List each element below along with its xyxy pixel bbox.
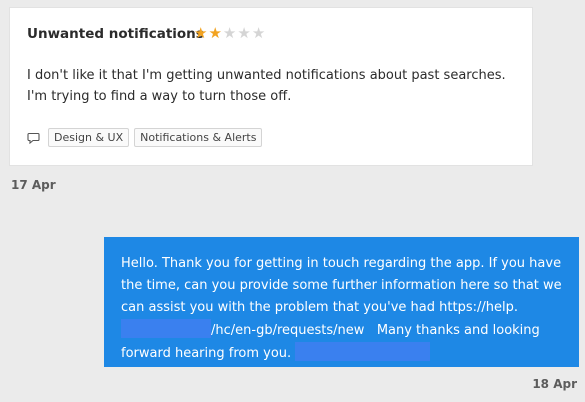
- reply-date: 18 Apr: [532, 377, 577, 391]
- reply-link-path: /hc/en-gb/requests/new: [211, 323, 365, 338]
- speech-bubble-icon: [27, 132, 40, 144]
- tag-notifications-alerts[interactable]: Notifications & Alerts: [134, 128, 263, 147]
- star-icon: ★: [251, 24, 266, 42]
- tag-design-ux[interactable]: Design & UX: [48, 128, 130, 147]
- star-icon: ★: [222, 24, 237, 42]
- review-body: I don't like it that I'm getting unwante…: [27, 68, 506, 104]
- review-title: Unwanted notifications: [27, 26, 204, 42]
- star-icon: ★: [194, 24, 208, 42]
- star-icon: ★: [237, 24, 251, 42]
- review-date: 17 Apr: [11, 178, 56, 192]
- review-card: Unwanted notifications ★ ★ ★ ★ ★ I don't…: [9, 7, 533, 166]
- reply-text-part1: Hello. Thank you for getting in touch re…: [121, 256, 562, 315]
- redacted-signature: [295, 342, 431, 361]
- tag-list: Design & UX Notifications & Alerts: [27, 128, 263, 147]
- redacted-domain: [121, 319, 211, 338]
- star-rating: ★ ★ ★ ★ ★: [194, 25, 265, 41]
- star-icon: ★: [208, 24, 222, 42]
- developer-reply: Hello. Thank you for getting in touch re…: [104, 237, 579, 367]
